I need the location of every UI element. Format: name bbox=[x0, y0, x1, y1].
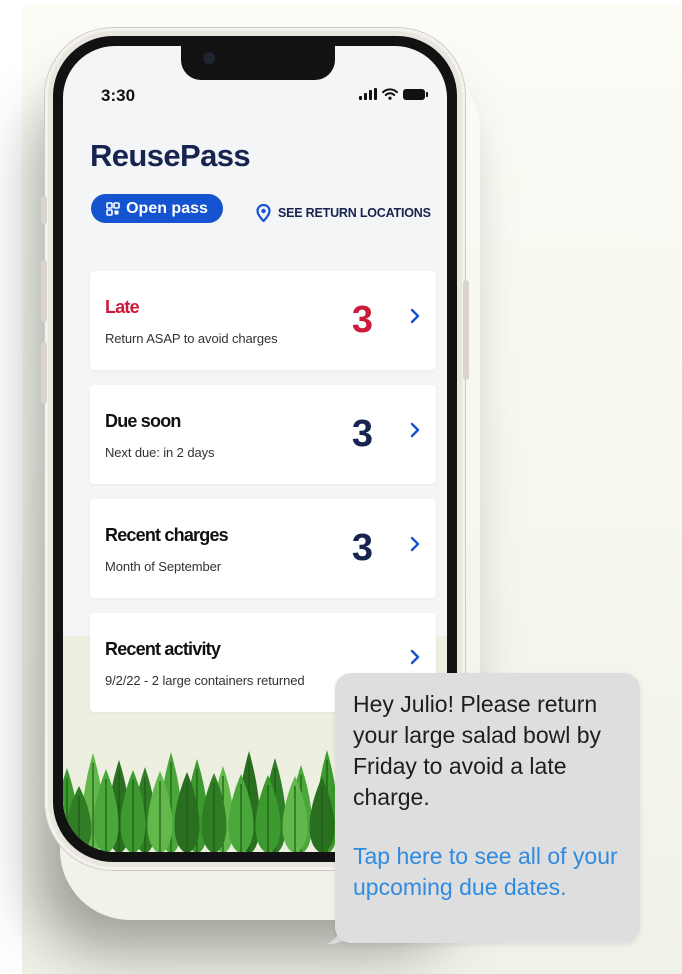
notch bbox=[181, 46, 335, 80]
recent-charges-count: 3 bbox=[351, 527, 373, 569]
late-count: 3 bbox=[351, 299, 373, 341]
recent-charges-card[interactable]: Recent charges Month of September 3 bbox=[90, 499, 436, 598]
upcoming-due-dates-link[interactable]: Tap here to see all of your upcoming due… bbox=[353, 841, 628, 903]
card-subtitle: 9/2/22 - 2 large containers returned bbox=[105, 673, 305, 688]
location-pin-icon bbox=[256, 204, 271, 222]
due-soon-card[interactable]: Due soon Next due: in 2 days 3 bbox=[90, 385, 436, 484]
chevron-right-icon bbox=[410, 422, 420, 438]
card-title: Late bbox=[105, 297, 140, 317]
card-title: Recent activity bbox=[105, 639, 221, 659]
volume-down-button bbox=[41, 342, 47, 404]
late-card[interactable]: Late Return ASAP to avoid charges 3 bbox=[90, 271, 436, 370]
volume-up-button bbox=[41, 260, 47, 322]
card-subtitle: Month of September bbox=[105, 559, 221, 574]
see-return-locations-label: SEE RETURN LOCATIONS bbox=[278, 206, 431, 220]
see-return-locations-link[interactable]: SEE RETURN LOCATIONS bbox=[256, 204, 431, 222]
silent-switch bbox=[41, 196, 47, 224]
due-soon-count: 3 bbox=[351, 413, 373, 455]
open-pass-label: Open pass bbox=[126, 199, 208, 217]
app-title: ReusePass bbox=[90, 138, 251, 173]
message-bubble: Hey Julio! Please return your large sala… bbox=[335, 673, 640, 943]
qr-code-icon bbox=[106, 201, 120, 216]
open-pass-button[interactable]: Open pass bbox=[91, 194, 223, 223]
message-text: Hey Julio! Please return your large sala… bbox=[353, 691, 602, 810]
camera-icon bbox=[203, 52, 215, 64]
power-button bbox=[463, 280, 469, 380]
card-title: Due soon bbox=[105, 411, 181, 431]
card-subtitle: Return ASAP to avoid charges bbox=[105, 331, 278, 346]
card-subtitle: Next due: in 2 days bbox=[105, 445, 215, 460]
status-time: 3:30 bbox=[101, 86, 136, 105]
card-title: Recent charges bbox=[105, 525, 229, 545]
signal-bars-icon bbox=[359, 88, 377, 100]
wifi-icon bbox=[382, 88, 398, 100]
status-icons bbox=[359, 88, 428, 100]
chevron-right-icon bbox=[410, 536, 420, 552]
battery-icon bbox=[403, 88, 428, 100]
chevron-right-icon bbox=[410, 649, 420, 665]
chevron-right-icon bbox=[410, 308, 420, 324]
